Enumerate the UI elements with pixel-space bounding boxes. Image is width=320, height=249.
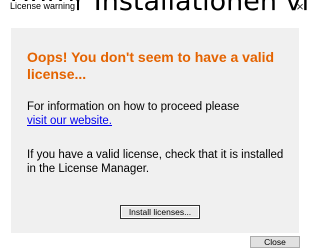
title-bar: License warning × <box>0 0 309 14</box>
website-link[interactable]: visit our website. <box>27 115 112 127</box>
close-button[interactable]: Close <box>250 236 300 248</box>
install-licenses-button[interactable]: Install licenses... <box>120 205 200 219</box>
close-icon[interactable]: × <box>293 0 307 14</box>
info-text: For information on how to proceed please <box>27 101 240 113</box>
warning-heading: Oops! You don't seem to have a valid lic… <box>27 49 275 82</box>
message-panel: Oops! You don't seem to have a valid lic… <box>11 28 299 233</box>
license-paragraph: If you have a valid license, check that … <box>27 149 284 175</box>
window-title: License warning <box>10 1 78 12</box>
info-paragraph: For information on how to proceed please… <box>27 100 289 128</box>
license-warning-dialog: Unter Installationen vi License warning … <box>0 0 309 249</box>
